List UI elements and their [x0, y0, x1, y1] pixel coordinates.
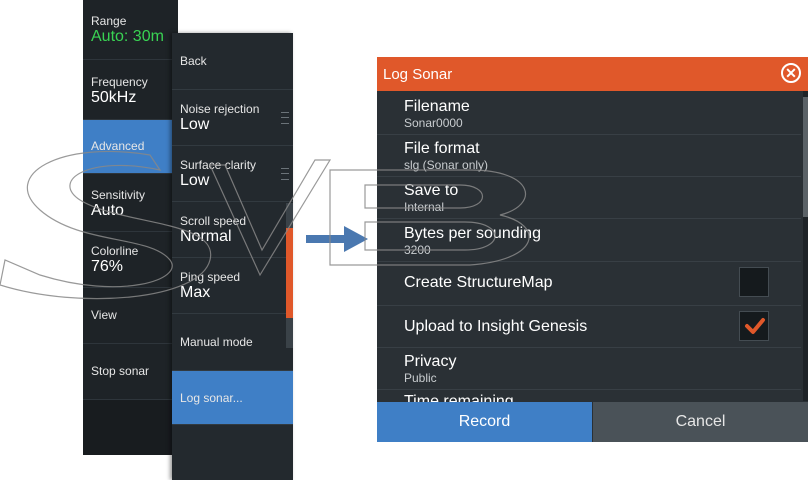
arrow-right-icon — [306, 226, 368, 252]
row-label: Time remaining — [404, 393, 514, 402]
row-label: File format — [404, 140, 480, 157]
dialog-scrollbar-thumb[interactable] — [803, 97, 808, 217]
range-value: Auto: 30m — [91, 28, 164, 45]
sonar-menu: Range Auto: 30m Frequency 50kHz Advanced… — [83, 0, 178, 455]
menu-footer — [83, 400, 178, 455]
privacy-row[interactable]: Privacy Public — [377, 348, 801, 390]
sensitivity-value: Auto — [91, 202, 124, 219]
drag-handle-icon — [281, 168, 289, 180]
menu-item-frequency[interactable]: Frequency 50kHz — [83, 60, 178, 120]
menu-item-sensitivity[interactable]: Sensitivity Auto — [83, 174, 178, 232]
bytes-per-sounding-value: 3200 — [404, 243, 431, 257]
menu-item-label: Range — [91, 14, 127, 28]
ping-speed-value: Max — [180, 284, 211, 301]
menu-item-label: Advanced — [91, 139, 145, 153]
cancel-button[interactable]: Cancel — [593, 402, 808, 442]
advanced-submenu: Back Noise rejection Low Surface clarity… — [172, 33, 293, 480]
time-remaining-row[interactable]: Time remaining — [377, 390, 801, 402]
menu-item-label: Stop sonar — [91, 364, 150, 378]
menu-item-label: Colorline — [91, 244, 139, 258]
menu-item-manual-mode[interactable]: Manual mode — [172, 314, 293, 371]
colorline-value: 76% — [91, 258, 124, 275]
menu-item-label: Surface clarity — [180, 158, 257, 172]
privacy-value: Public — [404, 371, 437, 385]
scroll-speed-value: Normal — [180, 228, 232, 245]
row-label: Privacy — [404, 353, 457, 370]
menu-item-view[interactable]: View — [83, 288, 178, 344]
checkmark-icon — [745, 318, 765, 334]
menu-item-label: Sensitivity — [91, 188, 146, 202]
create-structuremap-row[interactable]: Create StructureMap — [377, 262, 801, 306]
menu-item-label: Noise rejection — [180, 102, 260, 116]
menu-item-surface-clarity[interactable]: Surface clarity Low — [172, 146, 293, 202]
menu-item-colorline[interactable]: Colorline 76% — [83, 232, 178, 288]
menu-item-noise-rejection[interactable]: Noise rejection Low — [172, 90, 293, 146]
record-button[interactable]: Record — [377, 402, 592, 442]
menu-item-label: Back — [180, 54, 207, 68]
noise-rejection-value: Low — [180, 116, 210, 133]
save-to-row[interactable]: Save to Internal — [377, 177, 801, 219]
frequency-value: 50kHz — [91, 89, 137, 106]
row-label: Save to — [404, 182, 459, 199]
row-label: Filename — [404, 98, 470, 115]
menu-item-stop-sonar[interactable]: Stop sonar — [83, 344, 178, 400]
menu-item-label: Log sonar... — [180, 391, 243, 405]
menu-item-advanced[interactable]: Advanced — [83, 120, 178, 174]
menu-item-scroll-speed[interactable]: Scroll speed Normal — [172, 202, 293, 258]
menu-item-ping-speed[interactable]: Ping speed Max — [172, 258, 293, 314]
create-structuremap-checkbox[interactable] — [739, 267, 769, 297]
drag-handle-icon — [281, 112, 289, 124]
upload-insight-genesis-row[interactable]: Upload to Insight Genesis — [377, 306, 801, 348]
file-format-value: slg (Sonar only) — [404, 158, 489, 172]
back-button[interactable]: Back — [172, 33, 293, 90]
file-format-row[interactable]: File format slg (Sonar only) — [377, 135, 801, 177]
filename-row[interactable]: Filename Sonar0000 — [377, 91, 801, 135]
filename-value: Sonar0000 — [404, 116, 463, 130]
menu-item-label: Ping speed — [180, 270, 241, 284]
submenu-scrollbar-thumb[interactable] — [286, 228, 293, 318]
menu-item-label: Manual mode — [180, 335, 253, 349]
menu-item-range[interactable]: Range Auto: 30m — [83, 14, 178, 60]
row-label: Bytes per sounding — [404, 225, 541, 242]
menu-item-label: View — [91, 308, 117, 322]
bytes-per-sounding-row[interactable]: Bytes per sounding 3200 — [377, 219, 801, 262]
menu-item-label: Scroll speed — [180, 214, 247, 228]
dialog-title: Log Sonar — [383, 66, 453, 83]
upload-insight-genesis-checkbox[interactable] — [739, 311, 769, 341]
menu-item-label: Frequency — [91, 75, 148, 89]
dialog-titlebar: Log Sonar ✕ — [377, 57, 808, 91]
save-to-value: Internal — [404, 200, 445, 214]
menu-item-log-sonar[interactable]: Log sonar... — [172, 371, 293, 425]
close-icon[interactable]: ✕ — [781, 63, 801, 83]
log-sonar-dialog: Log Sonar ✕ Filename Sonar0000 File form… — [377, 57, 808, 442]
surface-clarity-value: Low — [180, 172, 210, 189]
